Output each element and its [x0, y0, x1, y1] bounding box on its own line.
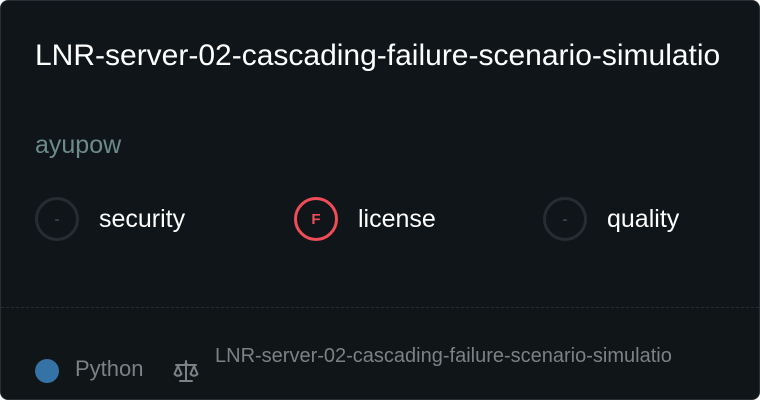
security-score[interactable]: - security	[35, 194, 185, 244]
repo-owner[interactable]: ayupow	[35, 129, 121, 161]
language-color-dot	[35, 359, 59, 383]
license-grade-badge: F	[294, 197, 338, 241]
license-score[interactable]: F license	[294, 194, 436, 244]
score-row: - security F license - quality	[35, 194, 735, 244]
repo-card: LNR-server-02-cascading-failure-scenario…	[0, 0, 760, 400]
security-grade-badge: -	[35, 197, 79, 241]
card-footer: Python LNR-server-02-cascading-failure-s…	[1, 308, 759, 399]
quality-score[interactable]: - quality	[543, 194, 679, 244]
license-name: LNR-server-02-cascading-failure-scenario…	[215, 345, 672, 367]
quality-label: quality	[607, 205, 680, 233]
language-name: Python	[75, 356, 144, 381]
quality-grade-badge: -	[543, 197, 587, 241]
security-label: security	[99, 205, 186, 233]
scale-icon	[173, 360, 199, 382]
license-label: license	[358, 205, 436, 233]
repo-title[interactable]: LNR-server-02-cascading-failure-scenario…	[35, 37, 725, 75]
